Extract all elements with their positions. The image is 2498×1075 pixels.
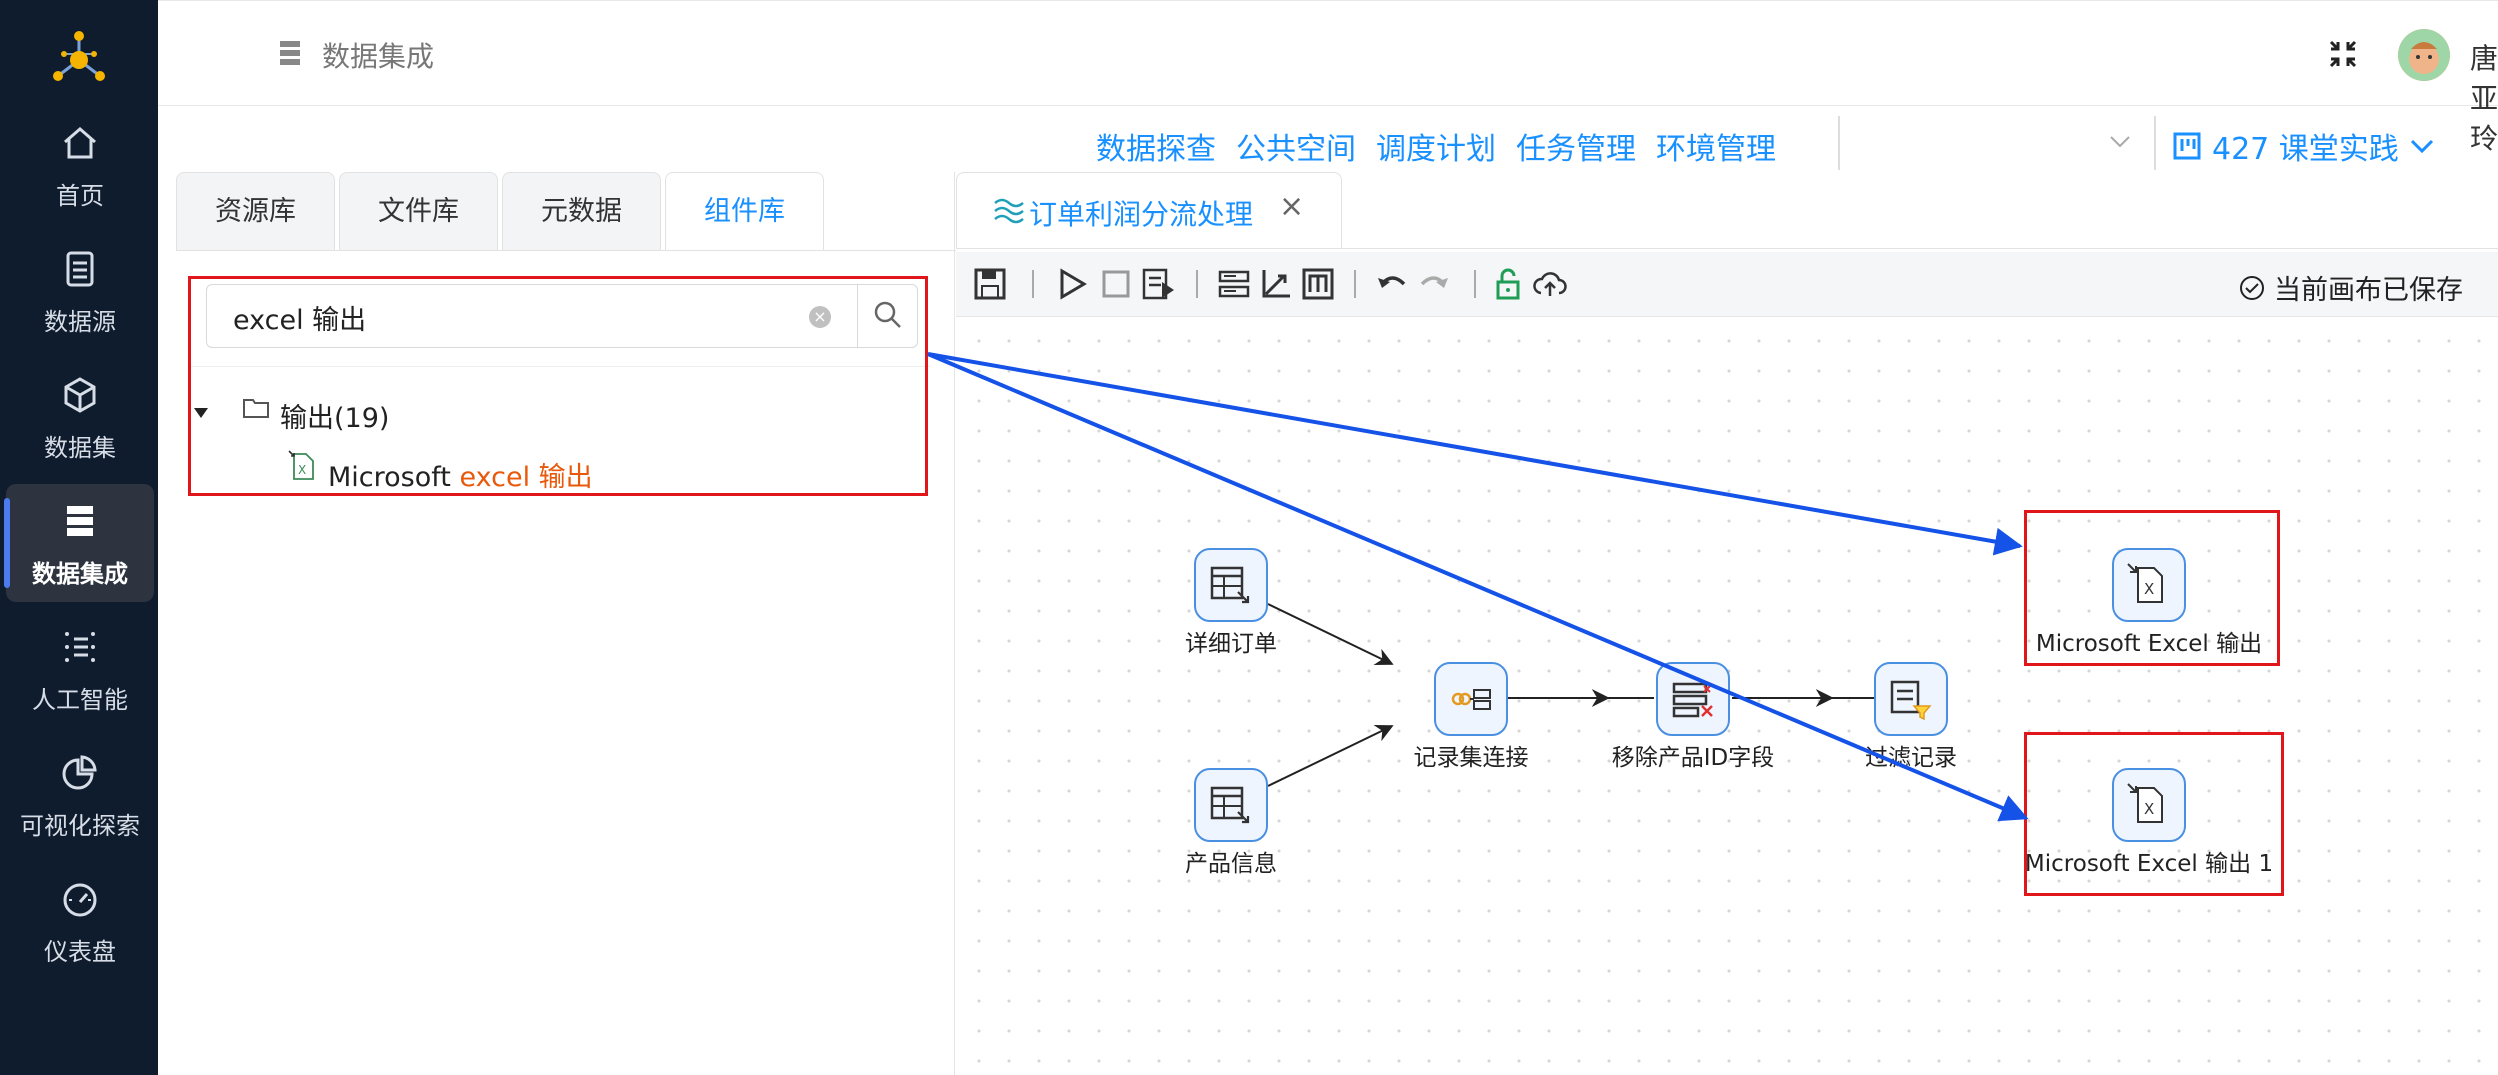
flow-node-filter[interactable] xyxy=(1874,662,1948,736)
left-panel-tabs: 资源库 文件库 元数据 组件库 xyxy=(176,172,828,252)
flow-node-remove-field[interactable] xyxy=(1656,662,1730,736)
sidebar-item-dataset[interactable]: 数据集 xyxy=(6,358,154,476)
sidebar: 首页 数据源 数据集 数据集成 人工智能 可视化探索 仪表盘 xyxy=(0,0,158,1075)
sidebar-item-home[interactable]: 首页 xyxy=(6,106,154,224)
save-status: 当前画布已保存 xyxy=(2238,268,2463,307)
flow-canvas[interactable]: 详细订单 产品信息 记录集连接 移除产品ID字段 过滤记录 X Microsof… xyxy=(956,318,2498,1075)
sidebar-item-label: 仪表盘 xyxy=(44,938,116,966)
nav-link-task-manage[interactable]: 任务管理 xyxy=(1516,124,1636,168)
flow-node-label: 过滤记录 xyxy=(1865,745,1957,771)
canvas-tab-label: 订单利润分流处理 xyxy=(1029,198,1254,231)
page-title: 数据集成 xyxy=(322,40,435,73)
cube-icon xyxy=(64,377,96,413)
nav-divider xyxy=(1838,116,1840,170)
fullscreen-icon[interactable] xyxy=(2328,39,2358,69)
sidebar-item-label: 数据源 xyxy=(44,308,116,336)
tab-underline xyxy=(176,250,956,251)
redo-icon[interactable] xyxy=(1416,266,1452,302)
flow-node-label: 记录集连接 xyxy=(1413,745,1529,771)
server-stack-icon xyxy=(280,41,300,65)
flow-node-record-join[interactable] xyxy=(1434,662,1508,736)
sidebar-item-dashboard[interactable]: 仪表盘 xyxy=(6,862,154,980)
check-circle-icon xyxy=(2240,275,2264,300)
sidebar-item-visual-explore[interactable]: 可视化探索 xyxy=(6,736,154,854)
axis-icon[interactable] xyxy=(1258,266,1294,302)
divider xyxy=(956,248,2498,249)
chevron-down-icon xyxy=(2410,139,2433,154)
tab-component-library[interactable]: 组件库 xyxy=(665,172,824,251)
close-icon[interactable]: × xyxy=(1279,189,1304,224)
logo-icon xyxy=(53,31,105,81)
tab-file-library[interactable]: 文件库 xyxy=(339,172,498,251)
user-name[interactable]: 唐亚玲 xyxy=(2470,37,2498,157)
database-icon xyxy=(66,251,94,287)
nav-link-public-space[interactable]: 公共空间 xyxy=(1236,124,1356,168)
run-icon[interactable] xyxy=(1054,266,1090,302)
project-board-icon xyxy=(2173,132,2201,160)
toolbar-separator xyxy=(1474,270,1476,298)
join-icon xyxy=(1451,689,1491,710)
sidebar-item-label: 数据集成 xyxy=(32,560,128,588)
save-status-text: 当前画布已保存 xyxy=(2274,275,2463,306)
flow-node-label: 移除产品ID字段 xyxy=(1611,745,1775,771)
nav-link-data-explore[interactable]: 数据探查 xyxy=(1096,124,1216,168)
tab-resource-library[interactable]: 资源库 xyxy=(176,172,335,251)
sidebar-item-label: 人工智能 xyxy=(32,686,128,714)
chevron-down-icon[interactable] xyxy=(2108,134,2132,150)
toolbar-separator xyxy=(1196,270,1198,298)
home-icon xyxy=(64,127,96,159)
flow-node-label: 产品信息 xyxy=(1185,851,1277,877)
upload-cloud-icon[interactable] xyxy=(1532,266,1568,302)
project-name: 427 课堂实践 xyxy=(2212,132,2399,167)
table-input-icon xyxy=(1210,566,1250,604)
top-header: 数据集成 唐亚玲 xyxy=(158,0,2498,155)
toolbar-separator xyxy=(1354,270,1356,298)
annotation-box-excel-output-1 xyxy=(2024,732,2284,896)
save-icon[interactable] xyxy=(972,266,1008,302)
preview-icon[interactable] xyxy=(1140,266,1176,302)
avatar[interactable] xyxy=(2398,29,2450,81)
project-selector[interactable]: 427 课堂实践 xyxy=(2172,124,2435,168)
filter-icon xyxy=(1890,680,1932,721)
nav-divider xyxy=(2154,116,2156,170)
canvas-tab[interactable]: 订单利润分流处理 × xyxy=(956,172,1342,249)
tab-metadata[interactable]: 元数据 xyxy=(502,172,661,251)
undo-icon[interactable] xyxy=(1374,266,1410,302)
pie-chart-icon xyxy=(62,755,97,790)
remove-field-icon xyxy=(1672,682,1713,718)
panel-divider[interactable] xyxy=(954,172,955,1075)
sidebar-item-label: 首页 xyxy=(56,182,104,210)
sidebar-item-label: 可视化探索 xyxy=(20,812,140,840)
top-nav: 数据探查 公共空间 调度计划 任务管理 环境管理 xyxy=(1096,124,1776,168)
annotation-box-search xyxy=(188,276,928,496)
sidebar-item-data-integration[interactable]: 数据集成 xyxy=(4,484,154,602)
nav-link-env-manage[interactable]: 环境管理 xyxy=(1656,124,1776,168)
flow-wave-icon xyxy=(994,198,1024,224)
gauge-icon xyxy=(63,883,97,917)
server-stack-icon xyxy=(67,506,93,536)
stop-icon[interactable] xyxy=(1098,266,1134,302)
toolbar-separator xyxy=(1032,270,1034,298)
annotation-box-excel-output xyxy=(2024,510,2280,666)
unlock-icon[interactable] xyxy=(1490,266,1526,302)
canvas-toolbar: 当前画布已保存 xyxy=(956,252,2498,317)
m-block-icon[interactable] xyxy=(1300,266,1336,302)
flow-node-detail-orders[interactable] xyxy=(1194,548,1268,622)
sidebar-item-label: 数据集 xyxy=(44,434,116,462)
sidebar-item-ai[interactable]: 人工智能 xyxy=(6,610,154,728)
align-icon[interactable] xyxy=(1216,266,1252,302)
nav-link-schedule[interactable]: 调度计划 xyxy=(1376,124,1496,168)
table-input-icon xyxy=(1210,786,1250,824)
flow-node-product-info[interactable] xyxy=(1194,768,1268,842)
ai-list-icon xyxy=(65,632,95,662)
flow-node-label: 详细订单 xyxy=(1185,631,1277,657)
sidebar-item-datasource[interactable]: 数据源 xyxy=(6,232,154,350)
